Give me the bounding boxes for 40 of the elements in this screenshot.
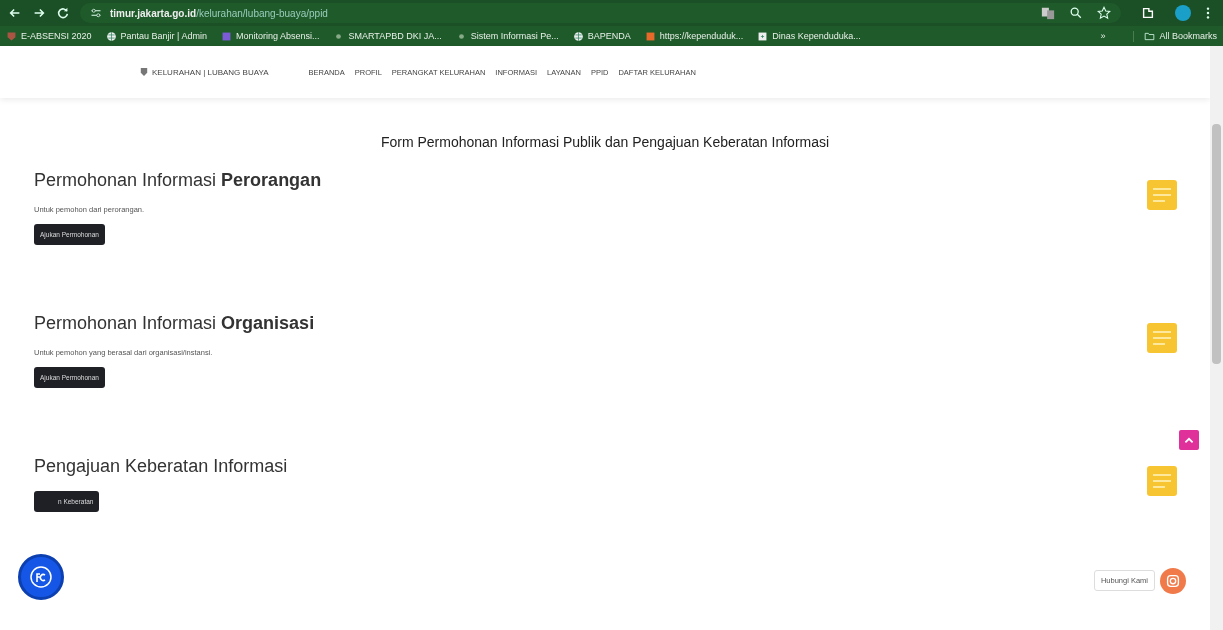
bookmark-link[interactable]: Sistem Informasi Pe...	[470, 31, 559, 41]
bookmark-link[interactable]: E-ABSENSI 2020	[21, 31, 92, 41]
emblem-icon	[140, 67, 148, 77]
bookmark-link[interactable]: Monitoring Absensi...	[235, 31, 320, 41]
more-bookmarks-button[interactable]: »	[1100, 31, 1106, 41]
profile-avatar[interactable]	[1175, 5, 1191, 21]
bookmark-link[interactable]: Pantau Banjir | Admin	[120, 31, 207, 41]
all-bookmarks-link[interactable]: All Bookmarks	[1159, 31, 1217, 41]
bookmark-favicon-icon	[220, 30, 232, 42]
section-title: Pengajuan Keberatan Informasi	[34, 456, 288, 477]
bookmark-favicon-icon	[6, 30, 17, 42]
zoom-icon[interactable]	[1069, 6, 1083, 20]
bookmark-favicon-icon	[757, 30, 769, 42]
url-text: timur.jakarta.go.id/kelurahan/lubang-buaya/ppid	[110, 7, 328, 19]
bookmark-link[interactable]: SMARTAPBD DKI JA...	[348, 31, 442, 41]
bookmark-favicon-icon	[572, 30, 584, 42]
folder-icon	[1144, 30, 1156, 42]
site-brand[interactable]: KELURAHAN | LUBANG BUAYA	[152, 67, 269, 77]
back-icon[interactable]	[8, 6, 22, 20]
page-title: Form Permohonan Informasi Publik dan Pengajuan Keberatan Informasi	[379, 134, 831, 150]
scrollbar[interactable]	[1210, 46, 1223, 630]
scroll-top-button[interactable]	[1179, 430, 1199, 450]
section-title: Permohonan Informasi Organisasi	[34, 313, 315, 334]
extensions-icon[interactable]	[1141, 6, 1155, 20]
address-bar[interactable]: timur.jakarta.go.id/kelurahan/lubang-buaya/ppid	[80, 3, 1121, 23]
site-settings-icon[interactable]	[90, 7, 102, 19]
reload-icon[interactable]	[56, 6, 70, 20]
star-icon[interactable]	[1097, 6, 1111, 20]
section-title: Permohonan Informasi Perorangan	[34, 170, 322, 191]
bookmark-favicon-icon	[105, 30, 117, 42]
bookmark-link[interactable]: BAPENDA	[587, 31, 631, 41]
bookmark-link[interactable]: Dinas Kependuduka...	[772, 31, 861, 41]
bookmark-link[interactable]: https://kependuduk...	[659, 31, 744, 41]
form-icon	[1147, 323, 1177, 353]
form-icon	[1147, 180, 1177, 210]
instagram-icon[interactable]	[1160, 568, 1186, 594]
chat-widget-icon[interactable]	[18, 554, 64, 600]
forward-icon[interactable]	[32, 6, 46, 20]
bookmark-favicon-icon	[644, 30, 656, 42]
form-icon	[1147, 466, 1177, 496]
